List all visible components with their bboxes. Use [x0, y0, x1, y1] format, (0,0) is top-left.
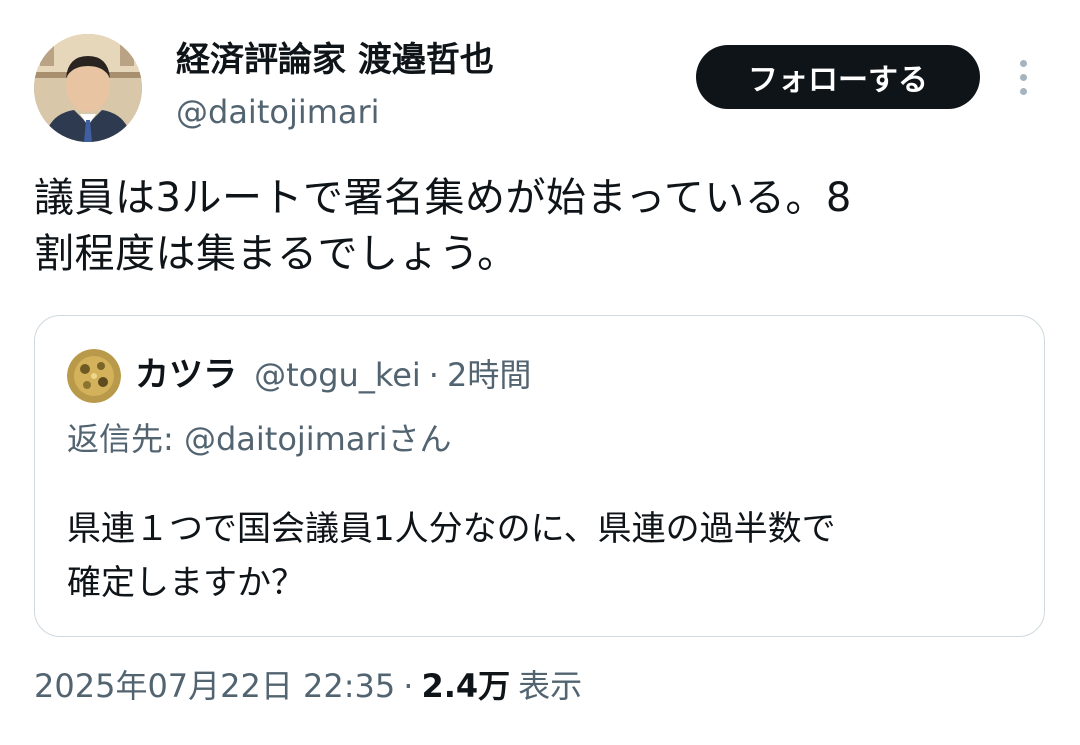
author-display-name[interactable]: 経済評論家 渡邉哲也	[176, 38, 494, 82]
quoted-text-line: 県連１つで国会議員1人分なのに、県連の過半数で	[67, 509, 836, 549]
views-count: 2.4万	[421, 667, 511, 705]
quoted-tweet-card[interactable]: カツラ @togu_kei · 2時間 返信先: @daitojimariさん 県連…	[34, 315, 1045, 637]
quoted-author-meta: @togu_kei · 2時間	[242, 356, 531, 394]
tweet-text-line: 割程度は集まるでしょう。	[34, 231, 518, 277]
more-dot	[1020, 88, 1027, 95]
quoted-tweet-header: カツラ @togu_kei · 2時間	[135, 352, 531, 404]
tweet-text-line: 議員は3ルートで署名集めが始まっている。8	[34, 175, 852, 221]
more-dot	[1020, 74, 1027, 81]
more-vertical-icon[interactable]	[1008, 58, 1042, 98]
quoted-author-avatar[interactable]	[67, 349, 121, 403]
quoted-text-line: 確定しますか？	[67, 563, 305, 603]
more-dot	[1020, 60, 1027, 67]
author-avatar-image	[34, 34, 142, 142]
meta-separator: ·	[428, 356, 439, 394]
quoted-time[interactable]: 2時間	[447, 356, 531, 394]
follow-button[interactable]: フォローする	[696, 45, 980, 109]
views-label: 表示	[518, 667, 583, 705]
quoted-author-name[interactable]: カツラ	[135, 355, 237, 395]
quoted-tweet-text: 県連１つで国会議員1人分なのに、県連の過半数で 確定しますか？	[67, 502, 1017, 610]
quoted-avatar-image	[67, 349, 121, 403]
reply-to-line[interactable]: 返信先: @daitojimariさん	[67, 416, 452, 462]
tweet-footer: 2025年07月22日 22:35 · 2.4万 表示	[34, 663, 582, 709]
tweet-timestamp[interactable]: 2025年07月22日 22:35	[34, 667, 395, 705]
author-avatar[interactable]	[34, 34, 142, 142]
quoted-author-handle[interactable]: @togu_kei	[254, 356, 421, 394]
footer-separator: ·	[403, 667, 414, 705]
tweet-text: 議員は3ルートで署名集めが始まっている。8 割程度は集まるでしょう。	[34, 170, 1054, 282]
author-handle[interactable]: @daitojimari	[176, 90, 380, 134]
